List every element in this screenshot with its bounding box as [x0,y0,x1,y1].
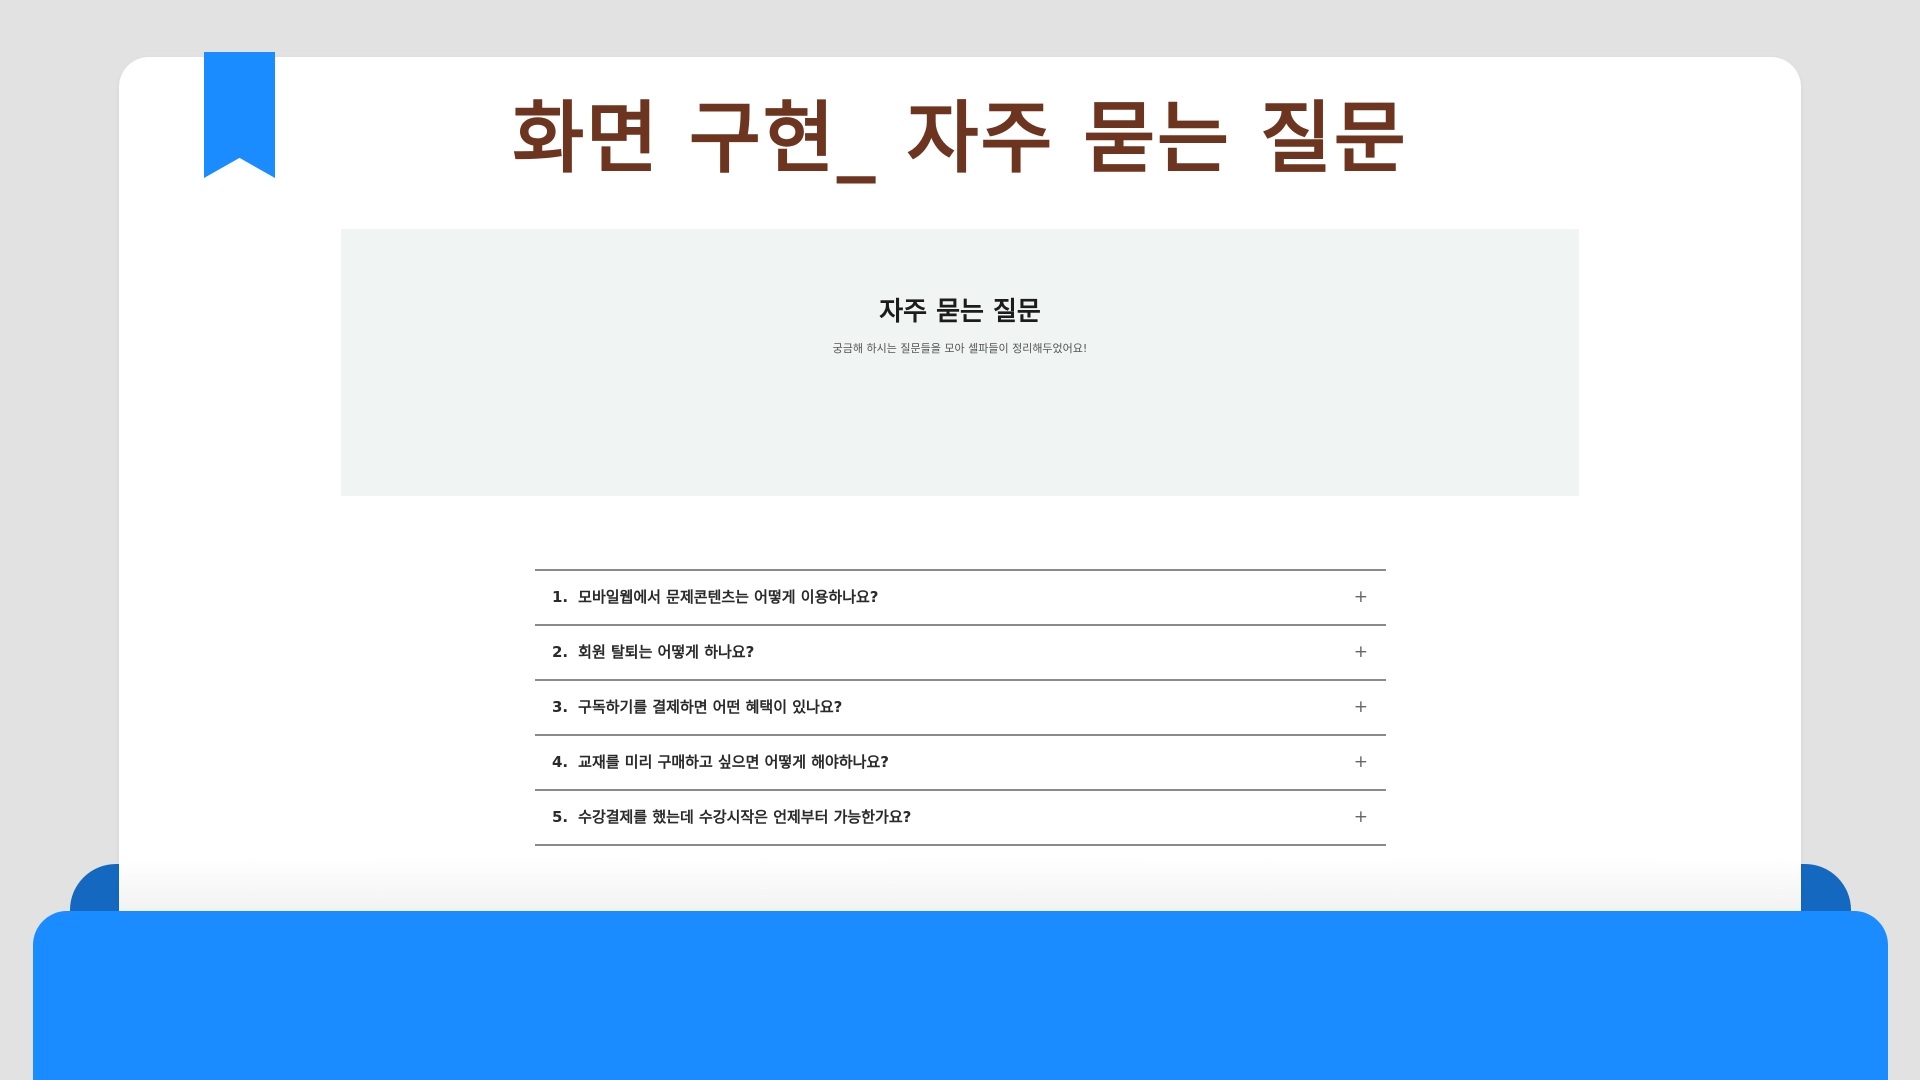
faq-question: 5. 수강결제를 했는데 수강시작은 언제부터 가능한가요? [552,791,911,844]
faq-number: 5. [552,808,569,826]
slide-stage: 화면 구현_ 자주 묻는 질문 자주 묻는 질문 궁금해 하시는 질문들을 모아… [0,0,1920,1080]
faq-question: 1. 모바일웹에서 문제콘텐츠는 어떻게 이용하나요? [552,571,879,624]
faq-question-text: 회원 탈퇴는 어떻게 하나요? [578,643,755,661]
plus-icon[interactable]: + [1354,626,1368,679]
faq-number: 1. [552,588,569,606]
faq-item-2[interactable]: 2. 회원 탈퇴는 어떻게 하나요? + [535,626,1386,681]
plus-icon[interactable]: + [1354,571,1368,624]
faq-question-text: 모바일웹에서 문제콘텐츠는 어떻게 이용하나요? [578,588,879,606]
faq-number: 2. [552,643,569,661]
faq-item-1[interactable]: 1. 모바일웹에서 문제콘텐츠는 어떻게 이용하나요? + [535,571,1386,626]
hero-title: 자주 묻는 질문 [879,297,1041,327]
plus-icon[interactable]: + [1354,791,1368,844]
slide-title: 화면 구현_ 자주 묻는 질문 [512,94,1408,184]
faq-list: 1. 모바일웹에서 문제콘텐츠는 어떻게 이용하나요? + 2. 회원 탈퇴는 어떻… [535,569,1386,846]
faq-question: 2. 회원 탈퇴는 어떻게 하나요? [552,626,754,679]
faq-item-4[interactable]: 4. 교재를 미리 구매하고 싶으면 어떻게 해야하나요? + [535,736,1386,791]
faq-question: 3. 구독하기를 결제하면 어떤 혜택이 있나요? [552,681,842,734]
plus-icon[interactable]: + [1354,736,1368,789]
hero-subtitle: 궁금해 하시는 질문들을 모아 셀파들이 정리해두었어요! [832,342,1088,355]
faq-question-text: 구독하기를 결제하면 어떤 혜택이 있나요? [578,698,843,716]
faq-question: 4. 교재를 미리 구매하고 싶으면 어떻게 해야하나요? [552,736,889,789]
faq-item-3[interactable]: 3. 구독하기를 결제하면 어떤 혜택이 있나요? + [535,681,1386,736]
faq-item-5[interactable]: 5. 수강결제를 했는데 수강시작은 언제부터 가능한가요? + [535,791,1386,846]
faq-question-text: 교재를 미리 구매하고 싶으면 어떻게 해야하나요? [578,753,889,771]
faq-number: 4. [552,753,569,771]
faq-hero-banner: 자주 묻는 질문 궁금해 하시는 질문들을 모아 셀파들이 정리해두었어요! [341,229,1579,496]
folder-front-panel [33,911,1888,1080]
faq-number: 3. [552,698,569,716]
plus-icon[interactable]: + [1354,681,1368,734]
faq-question-text: 수강결제를 했는데 수강시작은 언제부터 가능한가요? [578,808,912,826]
